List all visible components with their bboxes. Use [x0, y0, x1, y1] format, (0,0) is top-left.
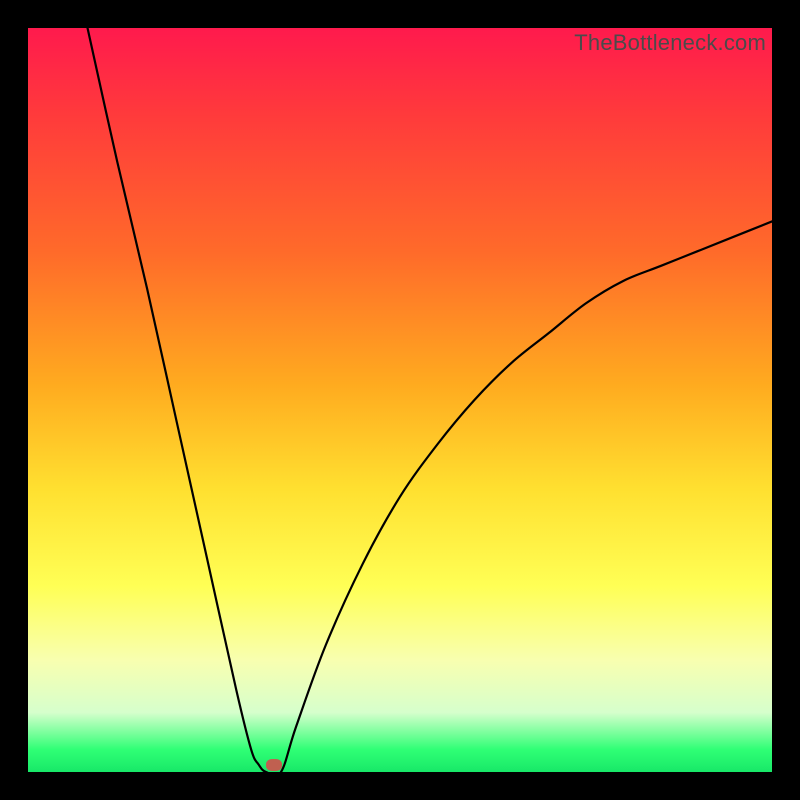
optimum-marker	[266, 759, 282, 771]
watermark-text: TheBottleneck.com	[574, 30, 766, 56]
plot-area: TheBottleneck.com	[28, 28, 772, 772]
chart-frame: TheBottleneck.com	[0, 0, 800, 800]
line-curve	[28, 28, 772, 772]
